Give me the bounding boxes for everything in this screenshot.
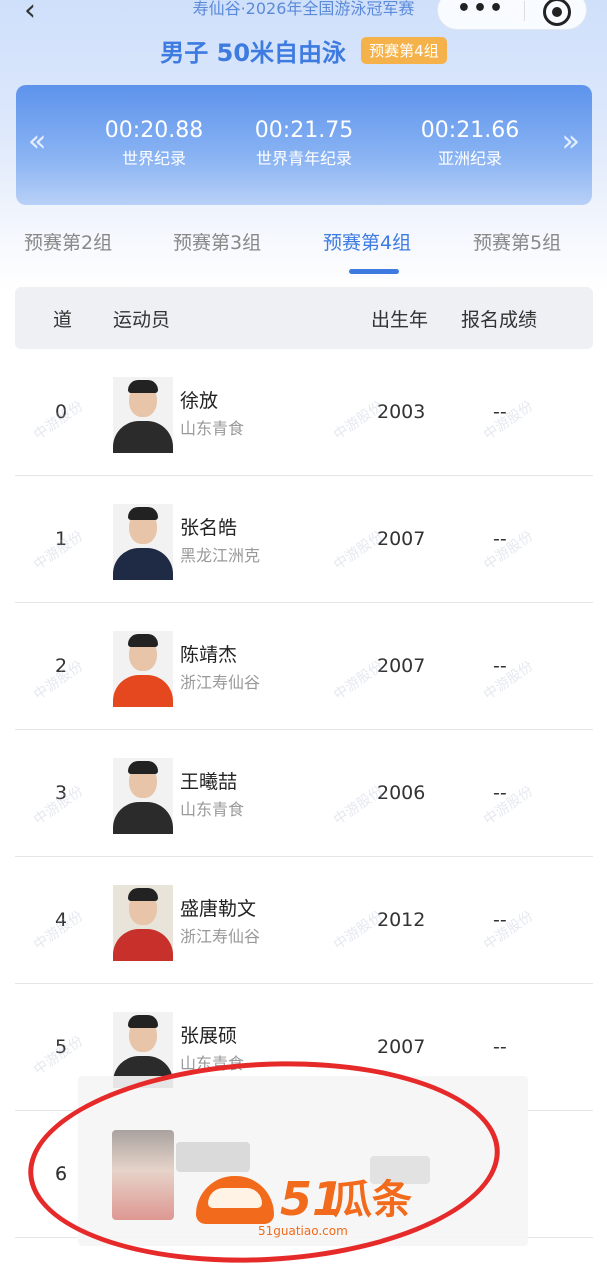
table-row[interactable]: 2 陈靖杰 浙江寿仙谷 2007 --	[15, 603, 593, 730]
photo-hair	[128, 507, 158, 520]
records-panel: « 00:20.88 世界纪录 00:21.75 世界青年纪录 00:21.66…	[16, 85, 592, 205]
heat-badge: 预赛第4组	[361, 37, 447, 64]
athlete-team: 山东青食	[180, 419, 245, 438]
double-chevron-left-icon[interactable]: «	[28, 127, 46, 157]
top-bar: ‹ 寿仙谷·2026年全国游泳冠军赛 •••	[0, 0, 607, 30]
active-tab-indicator	[349, 269, 399, 274]
photo-hair	[128, 380, 158, 393]
athlete-team: 浙江寿仙谷	[180, 673, 261, 692]
event-title: 男子 50米自由泳	[160, 39, 347, 67]
header-athlete: 运动员	[113, 309, 171, 331]
record-label: 世界纪录	[121, 149, 186, 168]
athlete-name: 陈靖杰	[180, 644, 238, 666]
record-time: 00:21.66	[420, 118, 520, 143]
event-header: 男子 50米自由泳 预赛第4组	[0, 33, 607, 67]
record-world: 00:20.88 世界纪录	[74, 117, 234, 171]
tab-heat-4[interactable]: 预赛第4组	[323, 228, 411, 255]
header-birth-year: 出生年	[371, 309, 429, 331]
more-dots-icon[interactable]: •••	[438, 0, 524, 31]
photo-body	[113, 421, 173, 453]
table-header: 道 运动员 出生年 报名成绩	[15, 287, 593, 349]
header-entry-time: 报名成绩	[461, 309, 538, 331]
logo-url: 51guatiao.com	[258, 1224, 348, 1238]
brand-logo: 51 瓜条 51guatiao.com	[196, 1172, 416, 1242]
athlete-name: 张展硕	[180, 1025, 238, 1047]
photo-body	[113, 548, 173, 580]
photo-hair	[128, 634, 158, 647]
entry-time: --	[493, 1036, 507, 1058]
logo-text: 瓜条	[332, 1177, 412, 1223]
athlete-team: 浙江寿仙谷	[180, 927, 261, 946]
capsule-divider	[524, 1, 525, 21]
birth-year: 2007	[377, 1036, 426, 1058]
photo-hair	[128, 761, 158, 774]
athlete-photo	[113, 631, 173, 707]
athlete-name: 盛唐勒文	[180, 898, 257, 920]
tab-heat-3[interactable]: 预赛第3组	[173, 228, 261, 255]
athlete-team: 山东青食	[180, 800, 245, 819]
record-label: 世界青年纪录	[255, 149, 352, 168]
athlete-photo	[113, 885, 173, 961]
athlete-name: 徐放	[180, 390, 219, 412]
athlete-photo	[113, 504, 173, 580]
tab-heat-2[interactable]: 预赛第2组	[24, 228, 112, 255]
record-time: 00:20.88	[104, 118, 204, 143]
photo-hair	[128, 888, 158, 901]
double-chevron-right-icon[interactable]: »	[562, 127, 580, 157]
heat-tabs: 预赛第2组 预赛第3组 预赛第4组 预赛第5组	[0, 228, 607, 278]
athlete-photo	[113, 377, 173, 453]
tab-heat-5[interactable]: 预赛第5组	[473, 228, 561, 255]
watermelon-icon	[196, 1176, 274, 1224]
athlete-name: 张名皓	[180, 517, 238, 539]
mini-program-capsule: •••	[437, 0, 587, 30]
record-time: 00:21.75	[254, 118, 354, 143]
record-label: 亚洲纪录	[437, 149, 502, 168]
photo-body	[113, 675, 173, 707]
record-asian: 00:21.66 亚洲纪录	[390, 117, 550, 171]
photo-body	[113, 802, 173, 834]
athlete-photo	[113, 758, 173, 834]
photo-body	[113, 929, 173, 961]
target-circle-icon[interactable]	[543, 0, 571, 26]
athlete-team: 黑龙江洲克	[180, 546, 261, 565]
athlete-name: 王曦喆	[180, 771, 238, 793]
record-world-junior: 00:21.75 世界青年纪录	[224, 117, 384, 171]
header-lane: 道	[53, 309, 73, 331]
photo-hair	[128, 1015, 158, 1028]
